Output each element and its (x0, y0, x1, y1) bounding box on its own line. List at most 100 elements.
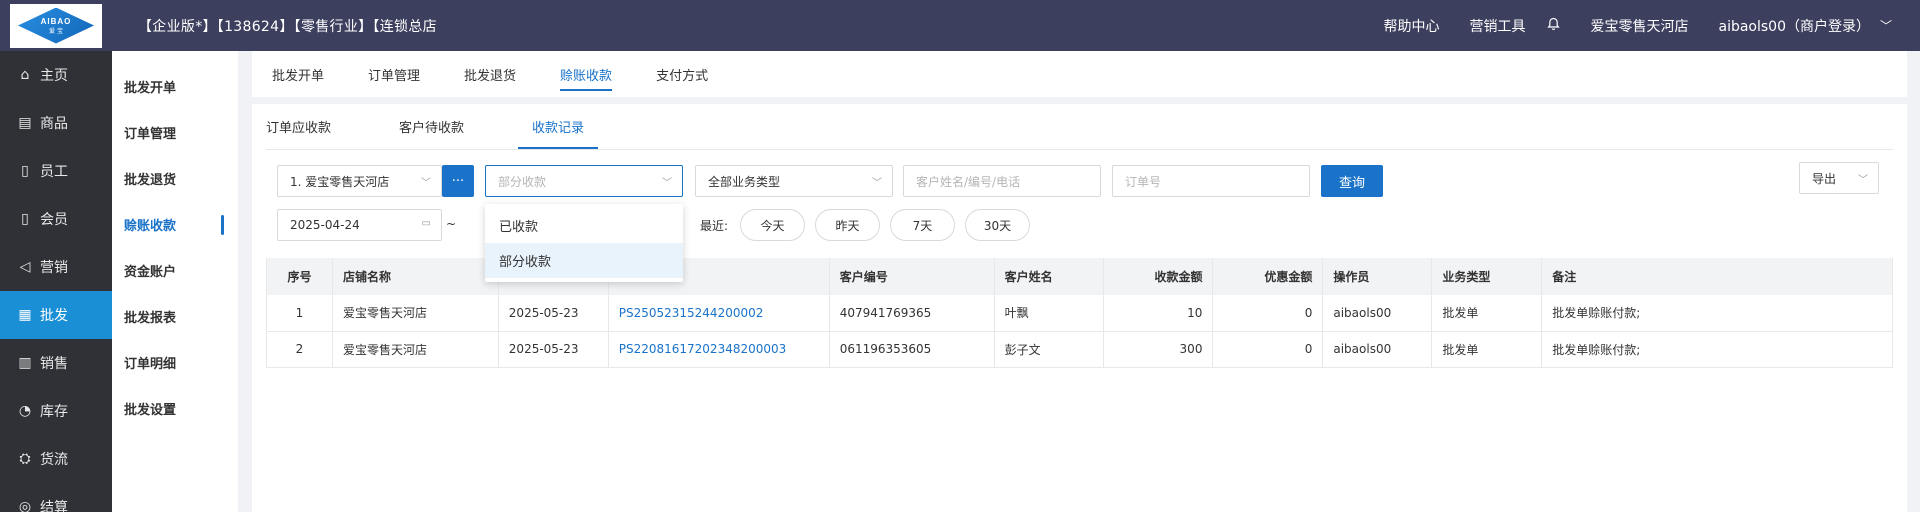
sidebar-item-label: 库存 (40, 404, 68, 420)
quick-yesterday-button[interactable]: 昨天 (815, 209, 880, 241)
subnav-item[interactable]: 赊账收款 (112, 201, 238, 247)
logo-subtext: 爱 宝 (49, 27, 63, 35)
business-type-select[interactable]: 全部业务类型 ﹀ (695, 165, 893, 197)
export-button[interactable]: 导出 ﹀ (1799, 162, 1879, 194)
table-cell: 1 (266, 295, 333, 332)
logo[interactable]: AIBAO 爱 宝 (0, 0, 112, 51)
sidebar-item[interactable]: ▯ 员工 (0, 147, 112, 195)
quick-today-button[interactable]: 今天 (740, 209, 805, 241)
subnav-item[interactable]: 资金账户 (112, 247, 238, 293)
column-header[interactable]: 店铺名称 (332, 258, 499, 295)
store-more-button[interactable]: ··· (442, 165, 474, 197)
order-number-input[interactable]: 订单号 (1112, 165, 1310, 197)
table-cell: 2 (266, 331, 333, 368)
chevron-down-icon: ﹀ (1858, 175, 1868, 186)
business-type-value: 全部业务类型 (708, 174, 781, 189)
recent-label: 最近: (700, 219, 729, 233)
sidebar-item[interactable]: ▯ 会员 (0, 195, 112, 243)
tab-divider (266, 149, 1893, 150)
secondary-tab[interactable]: 收款记录 (518, 104, 599, 149)
sidebar-item[interactable]: ⌂ 主页 (0, 51, 112, 99)
primary-tab[interactable]: 批发开单 (272, 51, 324, 97)
sidebar-item[interactable]: ▦ 批发 (0, 291, 112, 339)
secondary-tabs: 订单应收款 客户待收款 收款记录 (266, 104, 652, 149)
bell-icon[interactable] (1547, 17, 1561, 35)
sidebar-item[interactable]: ▥ 销售 (0, 339, 112, 387)
column-header[interactable]: 业务类型 (1431, 258, 1543, 295)
subnav-item[interactable]: 批发报表 (112, 293, 238, 339)
sidebar-icon: ◔ (18, 403, 32, 419)
primary-tabs: 批发开单 订单管理 批发退货 赊账收款 支付方式 (252, 51, 1907, 97)
sidebar-icon: ▯ (21, 163, 29, 179)
table-cell: 批发单 (1431, 331, 1543, 368)
edition-info: 【企业版*】【138624】【零售行业】【连锁总店 (138, 18, 437, 35)
query-button[interactable]: 查询 (1321, 165, 1383, 197)
sidebar-item[interactable]: ◎ 结算 (0, 483, 112, 512)
date-start-input[interactable]: 2025-04-24 ▭ (277, 209, 442, 241)
status-select[interactable]: 部分收款 ﹀ (485, 165, 683, 197)
sidebar-item[interactable]: ▤ 商品 (0, 99, 112, 147)
table-cell: aibaols00 (1322, 295, 1433, 332)
order-number-link[interactable]: PS25052315244200002 (608, 295, 830, 332)
table-cell: 407941769365 (829, 295, 995, 332)
sidebar-item-label: 商品 (40, 116, 68, 132)
dropdown-option[interactable]: 部分收款 (485, 243, 683, 278)
primary-tab[interactable]: 订单管理 (368, 51, 420, 97)
store-name[interactable]: 爱宝零售天河店 (1590, 16, 1688, 36)
column-header[interactable]: 客户姓名 (994, 258, 1104, 295)
sidebar-icon: ▯ (21, 211, 29, 227)
primary-tab[interactable]: 批发退货 (464, 51, 516, 97)
column-header[interactable]: 操作员 (1322, 258, 1433, 295)
dropdown-option[interactable]: 已收款 (485, 208, 683, 243)
table-cell: 0 (1212, 295, 1324, 332)
table-row[interactable]: 2 爱宝零售天河店 2025-05-23 PS22081617202348200003… (266, 331, 1893, 368)
table-cell: 10 (1103, 295, 1214, 332)
table-cell: 批发单 (1431, 295, 1543, 332)
marketing-tools-link[interactable]: 营销工具 (1469, 16, 1525, 36)
primary-tab[interactable]: 赊账收款 (560, 51, 613, 97)
content-panel: 订单应收款 客户待收款 收款记录 1. 爱宝零售天河店 ﹀ ··· 部分收款 ﹀ 全… (252, 104, 1907, 512)
sidebar-item[interactable]: ◔ 库存 (0, 387, 112, 435)
column-header[interactable]: 备注 (1541, 258, 1893, 295)
store-select[interactable]: 1. 爱宝零售天河店 ﹀ (277, 165, 442, 197)
column-header[interactable]: 收款金额 (1103, 258, 1214, 295)
table-cell: 2025-05-23 (498, 295, 609, 332)
sidebar-icon: ⛭ (19, 451, 31, 467)
subnav-item[interactable]: 订单明细 (112, 339, 238, 385)
sidebar-icon: ▤ (18, 115, 32, 131)
help-center-link[interactable]: 帮助中心 (1383, 16, 1439, 36)
table-cell: 300 (1103, 331, 1214, 368)
table-cell: 叶飘 (994, 295, 1104, 332)
sidebar-icon: ▦ (18, 307, 32, 323)
table-cell: 0 (1212, 331, 1324, 368)
subnav-item[interactable]: 批发设置 (112, 385, 238, 431)
subnav-item[interactable]: 批发开单 (112, 63, 238, 109)
customer-search-input[interactable]: 客户姓名/编号/电话 (903, 165, 1101, 197)
sidebar-item-label: 销售 (40, 356, 68, 372)
user-menu[interactable]: aibaols00（商户登录） (1718, 16, 1870, 36)
primary-tab[interactable]: 支付方式 (656, 51, 708, 97)
subnav-item[interactable]: 订单管理 (112, 109, 238, 155)
table-cell: 2025-05-23 (498, 331, 609, 368)
column-header[interactable]: 序号 (266, 258, 333, 295)
chevron-down-icon[interactable]: ﹀ (1880, 17, 1892, 34)
table-row[interactable]: 1 爱宝零售天河店 2025-05-23 PS25052315244200002 407… (266, 295, 1893, 332)
quick-30days-button[interactable]: 30天 (965, 209, 1030, 241)
table-cell: aibaols00 (1322, 331, 1433, 368)
status-select-placeholder: 部分收款 (498, 174, 547, 189)
quick-7days-button[interactable]: 7天 (890, 209, 955, 241)
subnav-item[interactable]: 批发退货 (112, 155, 238, 201)
order-number-link[interactable]: PS22081617202348200003 (608, 331, 830, 368)
secondary-tab[interactable]: 客户待收款 (399, 104, 464, 149)
sidebar-item[interactable]: ◁ 营销 (0, 243, 112, 291)
secondary-tab[interactable]: 订单应收款 (266, 104, 331, 149)
sidebar-icon: ▥ (18, 355, 32, 371)
table-cell: 爱宝零售天河店 (332, 331, 499, 368)
column-header[interactable]: 优惠金额 (1212, 258, 1324, 295)
sidebar-item-label: 结算 (40, 500, 68, 512)
main-sidebar: ⌂ 主页 ▤ 商品 ▯ 员工 ▯ 会员 ◁ 营销 ▦ 批发 ▥ 销售 ◔ 库存 ⛭ 货流 ◎ 结算 (0, 51, 112, 512)
sidebar-item[interactable]: ⛭ 货流 (0, 435, 112, 483)
date-start-value: 2025-04-24 (290, 218, 360, 232)
column-header[interactable]: 客户编号 (829, 258, 995, 295)
date-separator: ~ (446, 217, 457, 231)
